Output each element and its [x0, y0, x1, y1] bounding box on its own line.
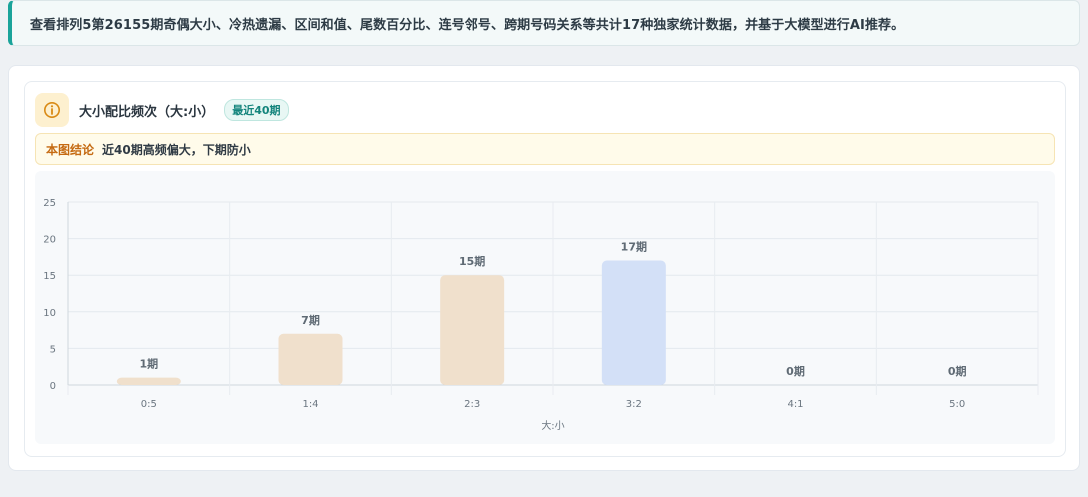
x-tick-label: 0:5 — [141, 399, 157, 410]
banner-text: 查看排列5第26155期奇偶大小、冷热遗漏、区间和值、尾数百分比、连号邻号、跨期… — [30, 17, 905, 33]
data-label: 1期 — [140, 357, 159, 371]
content-panel: 大小配比频次（大:小） 最近40期 本图结论 近40期高频偏大，下期防小 0 5 1… — [8, 65, 1080, 471]
data-label: 0期 — [786, 364, 805, 378]
y-tick-label: 5 — [50, 344, 56, 355]
bar-3:2 — [601, 260, 666, 385]
y-tick-label: 20 — [43, 235, 56, 246]
y-tick-label: 25 — [43, 198, 56, 209]
card-header: 大小配比频次（大:小） 最近40期 — [35, 92, 289, 128]
x-tick-label: 2:3 — [464, 399, 480, 410]
period-badge: 最近40期 — [224, 99, 289, 121]
y-tick-label: 0 — [50, 381, 56, 392]
bar-chart: 0 5 10 15 20 25 1期 0:5 7期 1:4 15期 2:3 17期 3:2 0期 4:1 0期 5… — [43, 198, 1039, 432]
x-tick-label: 4:1 — [787, 399, 803, 410]
data-label: 7期 — [301, 313, 320, 327]
info-banner: 查看排列5第26155期奇偶大小、冷热遗漏、区间和值、尾数百分比、连号邻号、跨期… — [8, 0, 1080, 46]
bar-1:4 — [278, 333, 343, 385]
data-label: 0期 — [948, 364, 967, 378]
chart-card: 大小配比频次（大:小） 最近40期 本图结论 近40期高频偏大，下期防小 0 5 1… — [24, 81, 1066, 457]
bar-0:5 — [116, 377, 181, 385]
bar-2:3 — [440, 275, 505, 385]
chart-area: 0 5 10 15 20 25 1期 0:5 7期 1:4 15期 2:3 17期 3:2 0期 4:1 0期 5… — [35, 171, 1055, 444]
conclusion-text: 近40期高频偏大，下期防小 — [102, 142, 251, 157]
x-tick-label: 1:4 — [302, 399, 318, 410]
y-tick-label: 15 — [43, 271, 56, 282]
data-label: 17期 — [621, 240, 647, 254]
conclusion-box: 本图结论 近40期高频偏大，下期防小 — [35, 133, 1055, 165]
x-axis-label: 大:小 — [541, 419, 564, 432]
x-tick-label: 3:2 — [626, 399, 642, 410]
conclusion-label: 本图结论 — [46, 142, 95, 157]
data-label: 15期 — [459, 254, 485, 268]
info-circle-icon — [35, 93, 69, 127]
y-tick-label: 10 — [43, 308, 56, 319]
x-tick-label: 5:0 — [949, 399, 965, 410]
card-title: 大小配比频次（大:小） — [79, 104, 215, 120]
